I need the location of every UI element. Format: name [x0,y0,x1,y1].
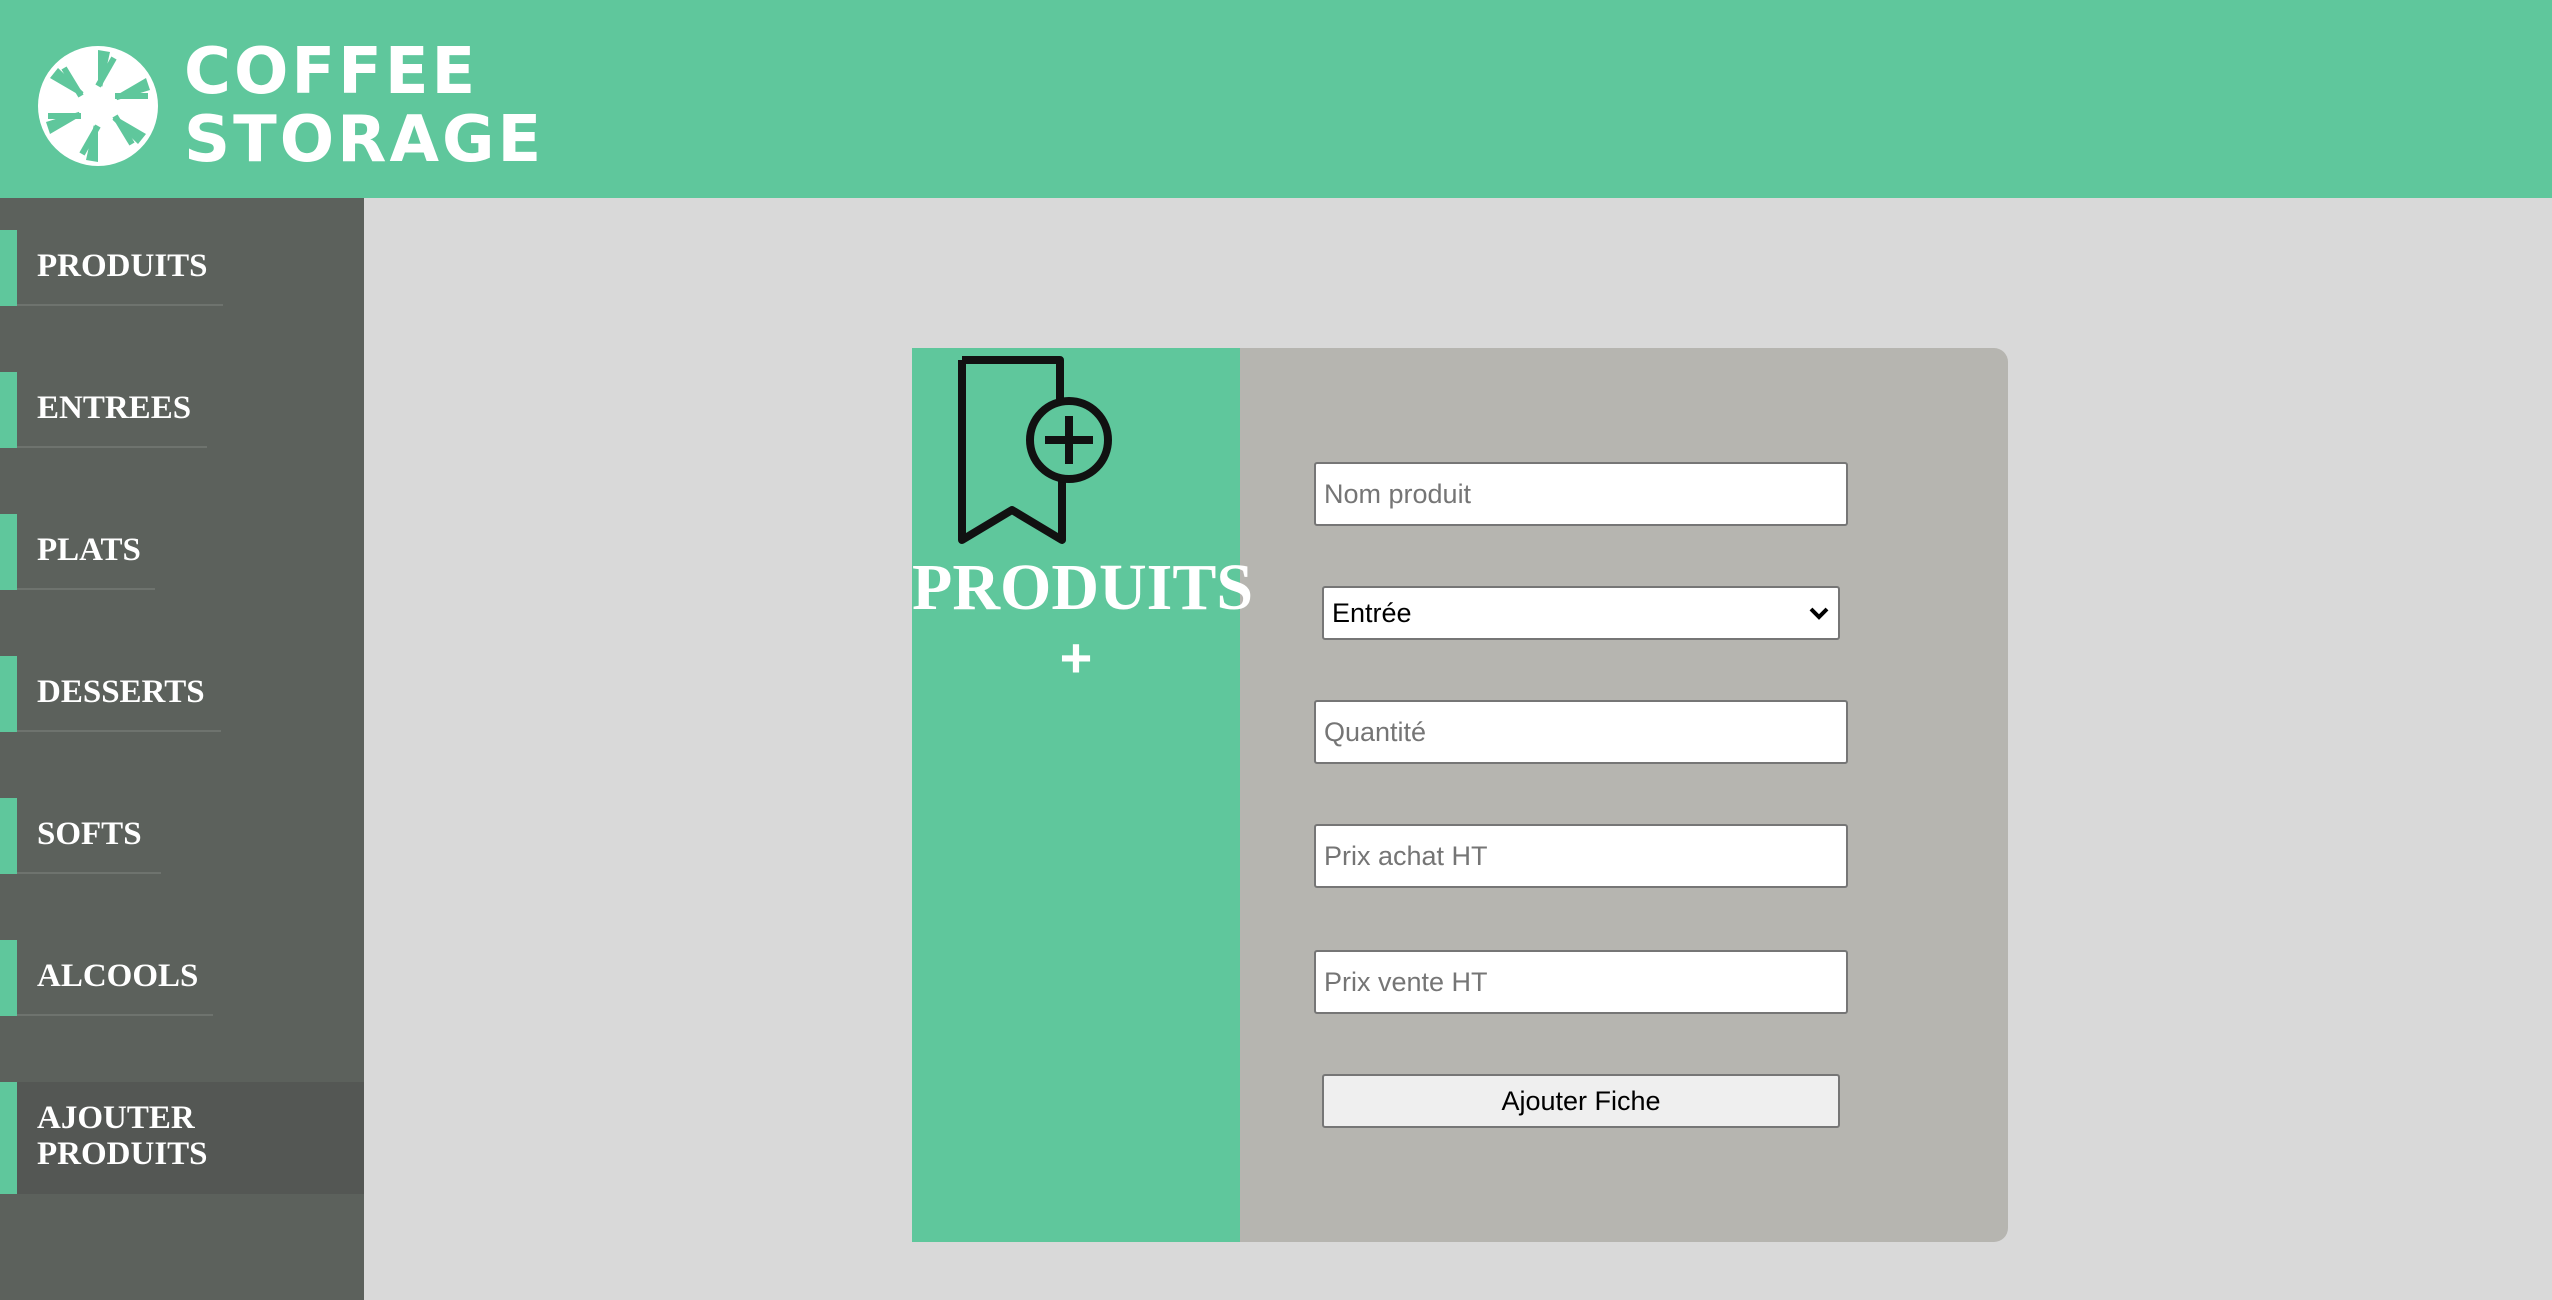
brand-line-2: STORAGE [184,103,545,177]
divider [17,588,155,590]
sidebar-item-desserts[interactable]: DESSERTS [0,656,364,732]
sidebar-item-label: SOFTS [37,816,142,852]
logo[interactable]: COFFEE STORAGE [36,38,544,174]
sidebar-item-label: PLATS [37,532,141,568]
category-select-value: Entrée [1332,597,1412,628]
sidebar-item-alcools[interactable]: ALCOOLS [0,940,364,1016]
card-title: PRODUITS [912,551,1254,624]
sidebar-item-label: DESSERTS [37,674,205,710]
divider [17,730,221,732]
sidebar-item-entrees[interactable]: ENTREES [0,372,364,448]
sidebar-item-softs[interactable]: SOFTS [0,798,364,874]
sidebar-item-label-line-1: AJOUTER [37,1100,195,1136]
sidebar-item-label: ALCOOLS [37,958,199,994]
sidebar-item-label-line-2: PRODUITS [37,1136,208,1172]
sidebar-item-label: PRODUITS [37,248,208,284]
sidebar-item-label: ENTREES [37,390,192,426]
quantity-input[interactable] [1314,700,1848,764]
chevron-down-icon [1809,607,1829,620]
brand-line-1: COFFEE [184,35,479,109]
sidebar: PRODUITS ENTREES PLATS DESSERTS SOFTS AL… [0,198,364,1300]
divider [17,446,207,448]
sidebar-item-ajouter-produits[interactable]: AJOUTER PRODUITS [0,1082,364,1194]
app-header: COFFEE STORAGE [0,0,2552,198]
divider [17,1014,213,1016]
category-select[interactable]: Entrée [1322,586,1840,640]
buy-price-input[interactable] [1314,824,1848,888]
sidebar-item-plats[interactable]: PLATS [0,514,364,590]
brand-name: COFFEE STORAGE [184,38,544,174]
bookmark-add-icon [958,356,1112,544]
product-name-input[interactable] [1314,462,1848,526]
aperture-logo-icon [38,46,158,166]
divider [17,304,223,306]
sell-price-input[interactable] [1314,950,1848,1014]
add-sheet-button[interactable]: Ajouter Fiche [1322,1074,1840,1128]
plus-icon: + [1059,626,1093,689]
divider [17,872,161,874]
card-banner: PRODUITS + [912,348,1254,1242]
sidebar-item-produits[interactable]: PRODUITS [0,230,364,306]
